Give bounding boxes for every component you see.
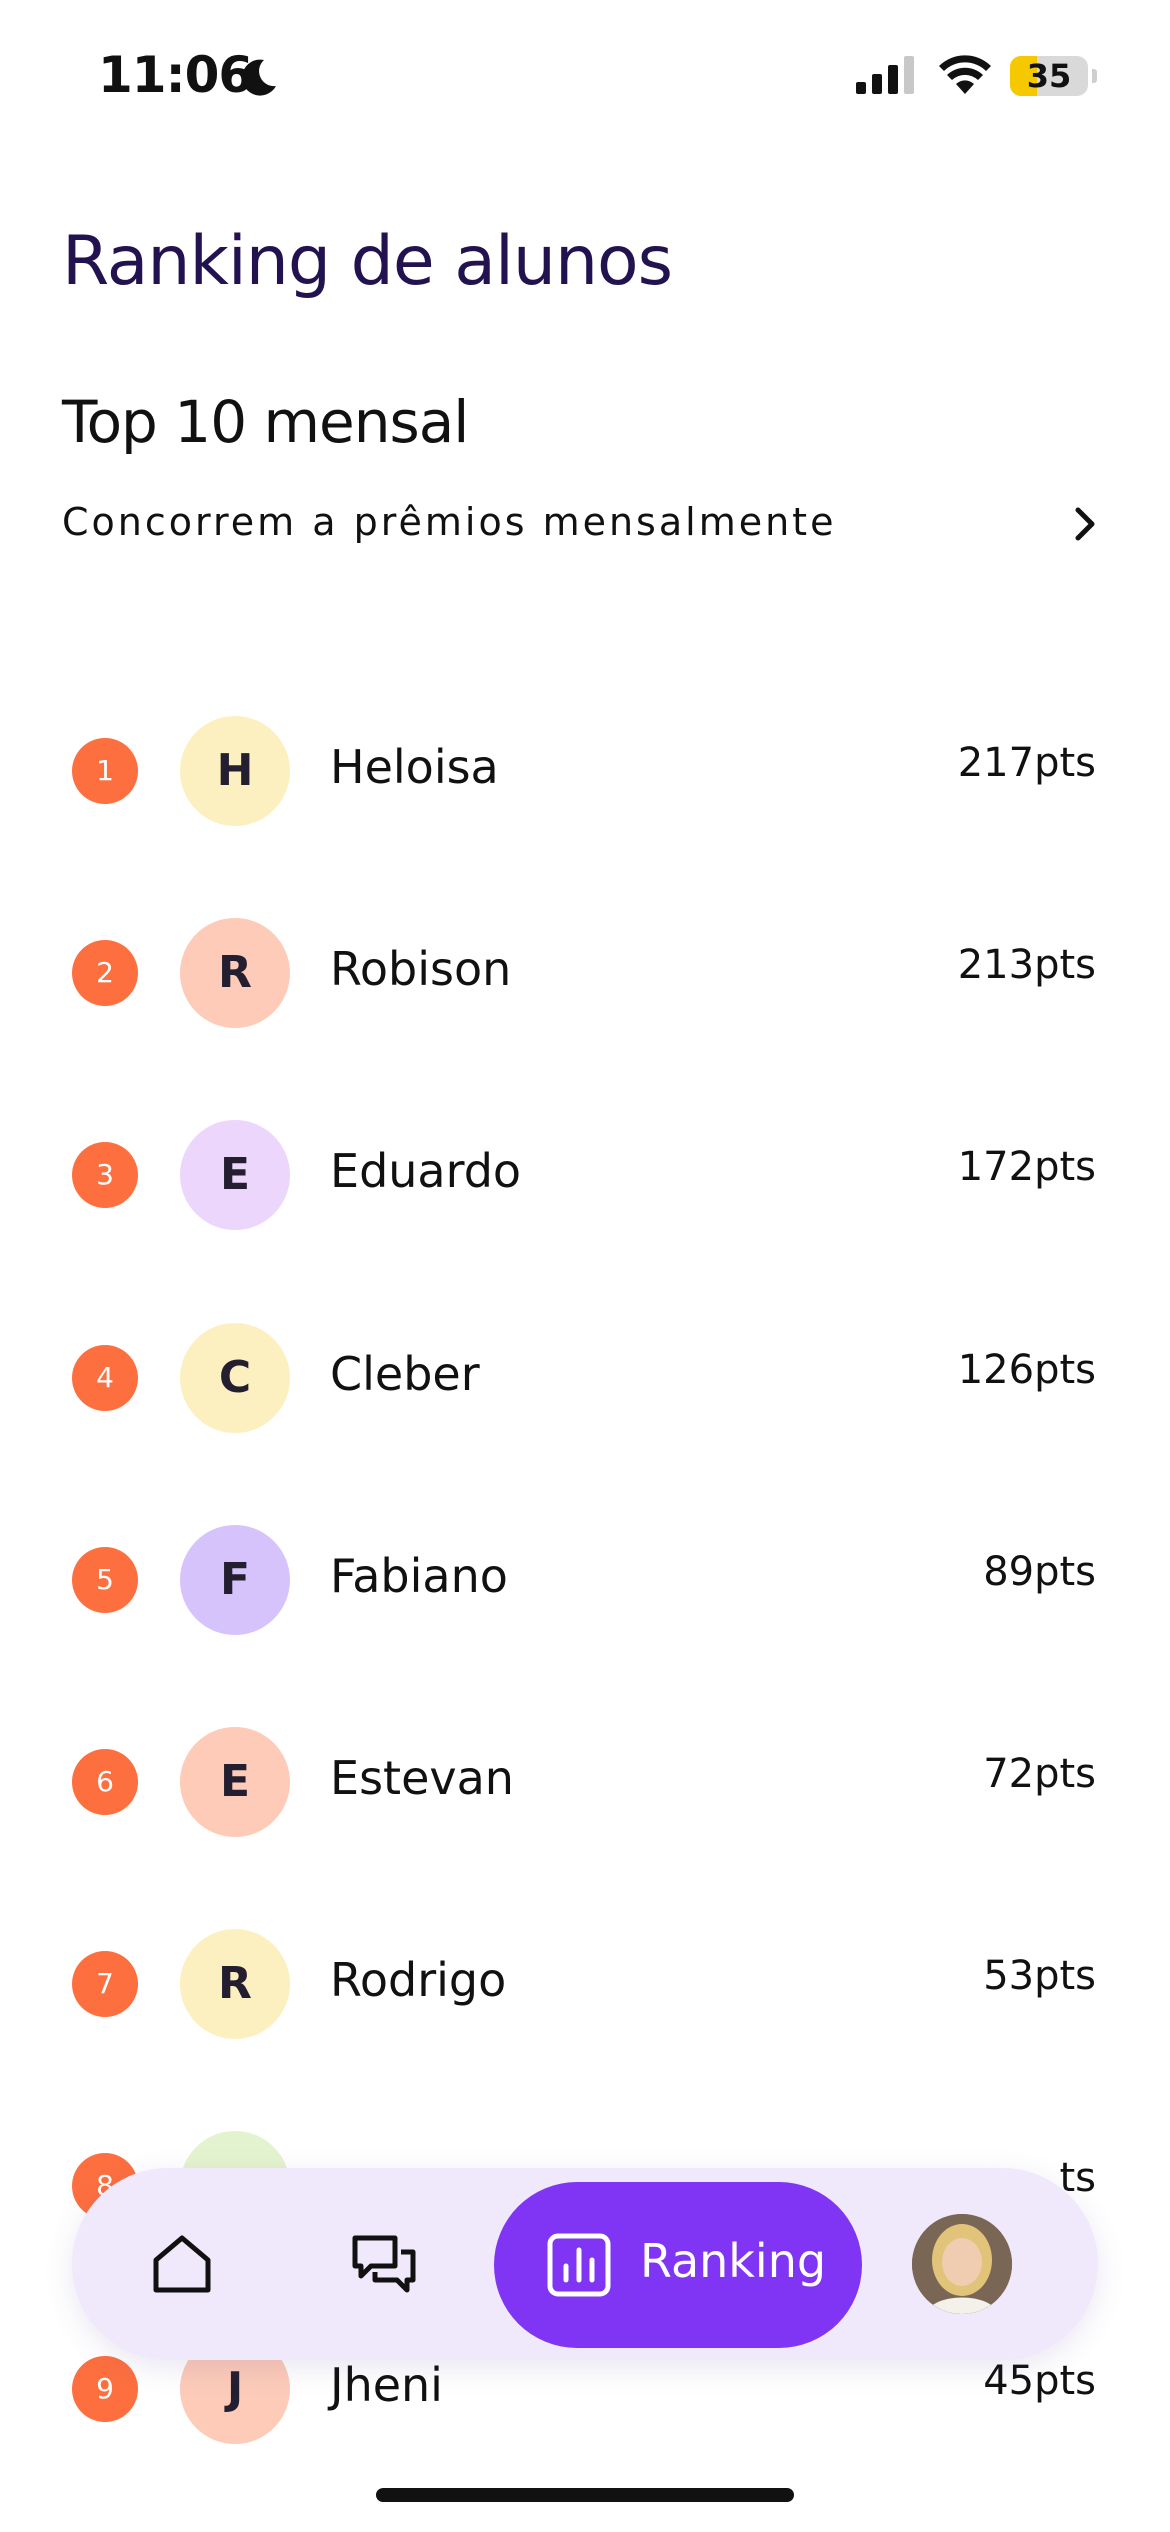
student-points: 45pts [983, 2358, 1096, 2404]
rank-position-badge: 4 [72, 1345, 138, 1411]
ranking-row[interactable]: 1 H Heloisa 217pts [0, 716, 1170, 826]
ranking-row[interactable]: 2 R Robison 213pts [0, 918, 1170, 1028]
student-points: 89pts [983, 1549, 1096, 1595]
student-avatar: H [180, 716, 290, 826]
chat-icon [352, 2235, 416, 2293]
student-name: Rodrigo [330, 1953, 507, 2007]
student-points: 217pts [957, 740, 1096, 786]
home-indicator [376, 2488, 794, 2502]
student-avatar: R [180, 1929, 290, 2039]
rank-position-badge: 6 [72, 1749, 138, 1815]
student-points: 72pts [983, 1751, 1096, 1797]
student-name: Cleber [330, 1347, 480, 1401]
rank-position-badge: 3 [72, 1142, 138, 1208]
nav-ranking[interactable]: Ranking [494, 2182, 862, 2348]
student-avatar: E [180, 1727, 290, 1837]
rank-position-badge: 2 [72, 940, 138, 1006]
student-points: 172pts [957, 1144, 1096, 1190]
ranking-row[interactable]: 5 F Fabiano 89pts [0, 1525, 1170, 1635]
rank-position-badge: 9 [72, 2356, 138, 2422]
ranking-row[interactable]: 3 E Eduardo 172pts [0, 1120, 1170, 1230]
student-avatar: E [180, 1120, 290, 1230]
student-avatar: C [180, 1323, 290, 1433]
student-name: Fabiano [330, 1549, 508, 1603]
ranking-list: 1 H Heloisa 217pts 2 R Robison 213pts 3 E Eduardo 1… [0, 0, 1170, 2532]
ranking-row[interactable]: 4 C Cleber 126pts [0, 1323, 1170, 1433]
student-avatar: F [180, 1525, 290, 1635]
profile-avatar[interactable] [912, 2214, 1012, 2314]
bottom-nav: Ranking [72, 2168, 1098, 2360]
student-points: 213pts [957, 942, 1096, 988]
student-avatar: R [180, 918, 290, 1028]
student-name: Jheni [330, 2358, 443, 2412]
profile-photo [912, 2214, 1012, 2314]
student-name: Robison [330, 942, 512, 996]
student-name: Eduardo [330, 1144, 522, 1198]
ranking-row[interactable]: 7 R Rodrigo 53pts [0, 1929, 1170, 2039]
student-name: Estevan [330, 1751, 514, 1805]
rank-position-badge: 1 [72, 738, 138, 804]
home-icon [153, 2235, 211, 2293]
ranking-icon [547, 2233, 611, 2297]
nav-ranking-label: Ranking [640, 2234, 827, 2288]
nav-home[interactable] [132, 2214, 232, 2314]
student-points: 53pts [983, 1953, 1096, 1999]
ranking-row[interactable]: 6 E Estevan 72pts [0, 1727, 1170, 1837]
rank-position-badge: 7 [72, 1951, 138, 2017]
rank-position-badge: 5 [72, 1547, 138, 1613]
student-name: Heloisa [330, 740, 499, 794]
nav-chat[interactable] [334, 2214, 434, 2314]
student-points: 126pts [957, 1347, 1096, 1393]
